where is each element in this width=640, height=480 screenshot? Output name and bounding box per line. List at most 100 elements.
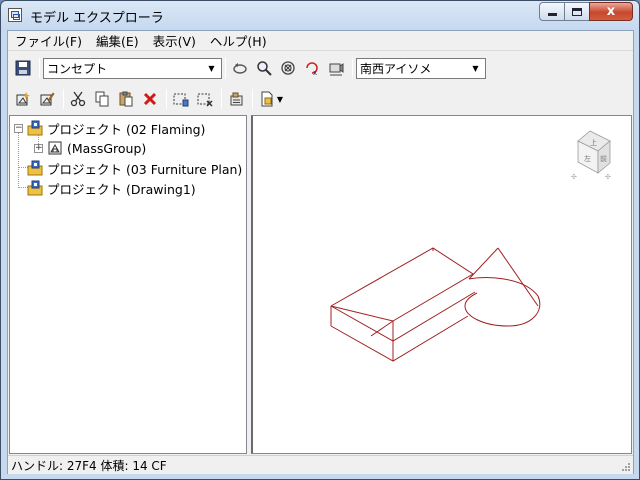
separator — [225, 58, 226, 78]
camera-button[interactable] — [325, 57, 347, 79]
title-bar[interactable]: モデル エクスプローラ x — [1, 1, 639, 29]
delete-icon — [143, 92, 157, 106]
zoom-button[interactable] — [253, 57, 275, 79]
document-menu-button[interactable]: ▼ — [256, 88, 286, 110]
attach-selection-button[interactable] — [170, 88, 192, 110]
new-object-icon — [16, 92, 30, 106]
menu-bar: ファイル(F) 編集(E) 表示(V) ヘルプ(H) — [8, 31, 633, 51]
chevron-down-icon: ▼ — [472, 63, 479, 73]
zoom-extents-icon — [281, 61, 295, 75]
resize-grip-icon[interactable] — [621, 462, 631, 472]
minimize-icon — [547, 13, 557, 16]
close-icon: x — [606, 4, 616, 19]
tree-node-project-furniture[interactable]: プロジェクト (03 Furniture Plan) — [27, 158, 242, 178]
model-cone-base — [464, 277, 541, 327]
tree-node-label: プロジェクト (03 Furniture Plan) — [47, 161, 243, 177]
project-icon — [27, 180, 43, 196]
model-box-top-edge — [370, 320, 394, 337]
zoom-extents-button[interactable] — [277, 57, 299, 79]
separator — [39, 58, 40, 78]
viewport-canvas[interactable]: 上 左 前 ✣ ✣ — [253, 116, 632, 453]
menu-help[interactable]: ヘルプ(H) — [203, 31, 274, 50]
separator — [221, 89, 222, 109]
tree-node-label: プロジェクト (02 Flaming) — [47, 121, 206, 137]
view-direction-select[interactable]: 南西アイソメ ▼ — [356, 57, 486, 79]
tree-node-label: プロジェクト (Drawing1) — [47, 181, 196, 197]
camera-icon — [329, 63, 344, 76]
visual-style-value: コンセプト — [47, 61, 108, 76]
model-box-top-edge — [330, 247, 474, 322]
minimize-button[interactable] — [539, 2, 565, 21]
scissors-icon — [70, 91, 86, 107]
menu-file[interactable]: ファイル(F) — [8, 31, 89, 50]
client-area: ファイル(F) 編集(E) 表示(V) ヘルプ(H) コンセプト ▼ x 南西ア… — [7, 30, 634, 474]
model-explorer-window: モデル エクスプローラ x ファイル(F) 編集(E) 表示(V) ヘルプ(H) — [0, 0, 640, 480]
model-box-front-edge — [330, 291, 476, 342]
model-cone-edge — [468, 247, 499, 280]
selection-detach-icon — [197, 93, 213, 107]
close-button[interactable]: x — [589, 2, 633, 21]
maximize-icon — [572, 7, 582, 16]
rotate-axis-icon: x — [306, 62, 318, 76]
separator — [166, 89, 167, 109]
paste-button[interactable] — [115, 88, 137, 110]
save-icon — [15, 60, 31, 76]
copy-icon — [95, 91, 109, 107]
menu-edit[interactable]: 編集(E) — [89, 31, 146, 50]
viewcube-compass-mark: ✣ — [571, 173, 577, 181]
toolbar-primary: コンセプト ▼ x 南西アイソメ ▼ — [8, 53, 633, 83]
model-box-bottom-edge — [330, 315, 469, 362]
collapse-toggle[interactable]: − — [14, 123, 23, 133]
viewcube[interactable]: 上 左 前 ✣ ✣ — [571, 130, 611, 181]
viewcube-compass-mark: ✣ — [605, 173, 611, 181]
mass-group-icon — [48, 141, 62, 155]
viewcube-face-front[interactable]: 前 — [600, 154, 607, 163]
new-object-button[interactable] — [12, 88, 34, 110]
status-bar: ハンドル: 27F4 体積: 14 CF — [8, 455, 633, 474]
svg-text:x: x — [313, 69, 317, 76]
chevron-down-icon: ▼ — [208, 63, 215, 73]
model-tree[interactable]: − プロジェクト (02 Flaming) + (MassGroup) プロジェ… — [9, 115, 247, 454]
window-controls: x — [539, 2, 633, 21]
properties-icon — [230, 92, 243, 106]
toolbar-secondary: ▼ — [8, 85, 633, 113]
tree-connector — [18, 132, 19, 188]
window-title: モデル エクスプローラ — [30, 11, 164, 26]
project-icon — [27, 160, 43, 176]
tree-node-label: (MassGroup) — [67, 140, 147, 156]
visual-style-select[interactable]: コンセプト ▼ — [43, 57, 222, 79]
viewcube-face-left[interactable]: 左 — [584, 154, 591, 163]
orbit-button[interactable] — [229, 57, 251, 79]
separator — [252, 89, 253, 109]
properties-button[interactable] — [225, 88, 247, 110]
rotate-x-button[interactable]: x — [301, 57, 323, 79]
tree-node-project-drawing1[interactable]: プロジェクト (Drawing1) — [27, 178, 196, 198]
model-viewport[interactable]: 上 左 前 ✣ ✣ — [251, 115, 632, 454]
save-button[interactable] — [12, 57, 34, 79]
selection-attach-icon — [173, 93, 189, 107]
chevron-down-icon: ▼ — [276, 94, 284, 104]
wireframe-model[interactable] — [330, 247, 541, 362]
document-icon — [261, 91, 273, 107]
viewcube-face-top[interactable]: 上 — [590, 138, 597, 147]
model-cone-edge — [497, 247, 539, 307]
edit-object-button[interactable] — [36, 88, 58, 110]
tree-node-project-flaming[interactable]: − プロジェクト (02 Flaming) — [14, 118, 205, 138]
zoom-icon — [257, 61, 272, 76]
separator — [63, 89, 64, 109]
separator — [352, 58, 353, 78]
expand-toggle[interactable]: + — [34, 143, 43, 153]
view-direction-value: 南西アイソメ — [360, 61, 432, 76]
app-icon[interactable] — [8, 8, 22, 22]
cut-button[interactable] — [67, 88, 89, 110]
detach-selection-button[interactable] — [194, 88, 216, 110]
tree-node-massgroup[interactable]: + (MassGroup) — [34, 138, 146, 158]
delete-button[interactable] — [139, 88, 161, 110]
project-icon — [27, 120, 43, 136]
edit-object-icon — [40, 92, 55, 106]
copy-button[interactable] — [91, 88, 113, 110]
orbit-icon — [233, 63, 247, 74]
maximize-button[interactable] — [564, 2, 590, 21]
status-text: ハンドル: 27F4 体積: 14 CF — [11, 458, 167, 473]
menu-view[interactable]: 表示(V) — [146, 31, 203, 50]
